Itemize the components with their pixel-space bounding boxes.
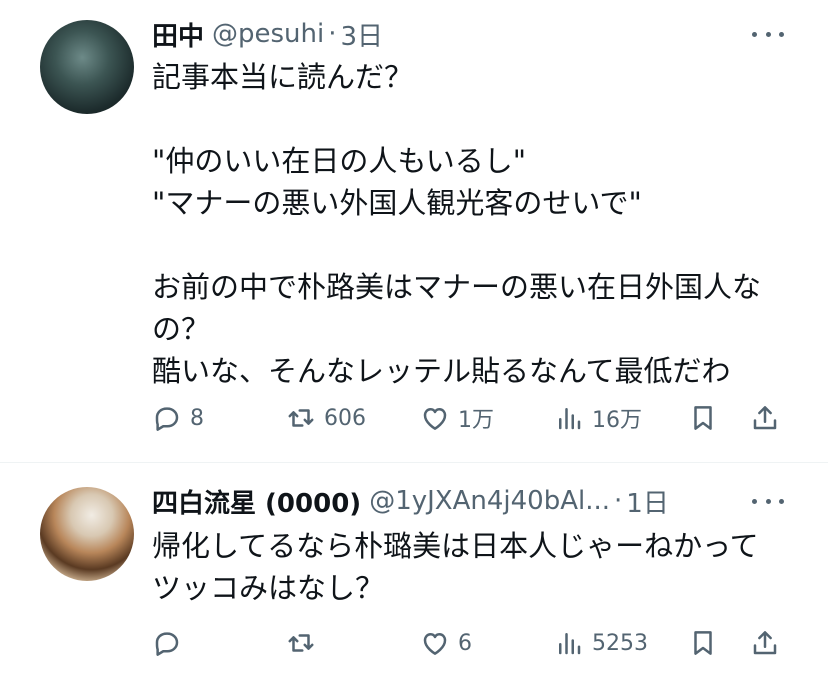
views-button[interactable]: 16万 <box>554 398 642 438</box>
separator-dot: · <box>328 19 337 49</box>
retweet-icon <box>288 634 314 652</box>
avatar[interactable] <box>40 20 134 114</box>
views-count: 5253 <box>592 630 648 656</box>
tweet-line: の？ <box>152 312 211 346</box>
share-icon <box>753 631 777 655</box>
bookmark-button[interactable] <box>688 623 718 663</box>
reply-icon <box>155 407 179 431</box>
avatar[interactable] <box>40 487 134 581</box>
tweet-text: 記事本当に読んだ？ "仲のいい在日の人もいるし" "マナーの悪い外国人観光客のせ… <box>152 56 802 392</box>
more-icon[interactable] <box>752 22 784 46</box>
views-icon <box>559 408 581 430</box>
tweet[interactable]: 四白流星 (0000) @1yJXAn4j40bAl... · 1日 帰化してる… <box>0 463 828 680</box>
bookmark-icon <box>694 631 712 655</box>
share-button[interactable] <box>750 623 780 663</box>
tweet[interactable]: 田中 @pesuhi · 3日 記事本当に読んだ？ "仲のいい在日の人もいるし"… <box>0 0 828 462</box>
share-button[interactable] <box>750 398 780 438</box>
retweet-count: 606 <box>324 405 366 431</box>
tweet-line <box>152 224 802 266</box>
author-handle[interactable]: @pesuhi <box>212 19 324 49</box>
views-icon <box>559 633 581 655</box>
tweet-text: 帰化してるなら朴璐美は日本人じゃーねかって ツッコみはなし？ <box>152 525 802 609</box>
like-icon <box>423 408 447 430</box>
tweet-line: お前の中で朴路美はマナーの悪い在日外国人な <box>152 270 762 304</box>
share-icon <box>753 406 777 430</box>
like-count: 1万 <box>458 408 494 433</box>
reply-count: 8 <box>190 405 204 431</box>
tweet-line <box>152 98 802 140</box>
views-count: 16万 <box>592 408 642 433</box>
bookmark-button[interactable] <box>688 398 718 438</box>
views-button[interactable]: 5253 <box>554 623 648 663</box>
timestamp[interactable]: 3日 <box>341 16 384 53</box>
reply-icon <box>155 632 179 656</box>
retweet-button[interactable]: 606 <box>286 398 366 438</box>
tweet-line: "マナーの悪い外国人観光客のせいで" <box>152 186 642 220</box>
author-name[interactable]: 四白流星 (0000) <box>152 483 361 520</box>
separator-dot: · <box>614 486 623 516</box>
author-handle[interactable]: @1yJXAn4j40bAl... <box>369 486 610 516</box>
reply-button[interactable] <box>152 623 190 663</box>
tweet-line: ツッコみはなし？ <box>152 571 385 605</box>
like-button[interactable]: 1万 <box>420 398 494 438</box>
like-count: 6 <box>458 630 472 656</box>
timestamp[interactable]: 1日 <box>626 483 669 520</box>
like-button[interactable]: 6 <box>420 623 472 663</box>
tweet-header: 四白流星 (0000) @1yJXAn4j40bAl... · 1日 <box>152 481 669 521</box>
tweet-line: 記事本当に読んだ？ <box>152 60 414 94</box>
action-bar: 8 606 1万 16万 <box>152 398 792 438</box>
retweet-icon <box>288 409 314 427</box>
tweet-line: 帰化してるなら朴璐美は日本人じゃーねかって <box>152 529 759 563</box>
tweet-header: 田中 @pesuhi · 3日 <box>152 14 383 54</box>
like-icon <box>423 633 447 655</box>
tweet-line: "仲のいい在日の人もいるし" <box>152 144 527 178</box>
retweet-button[interactable] <box>286 623 324 663</box>
tweet-line: 酷いな、そんなレッテル貼るなんて最低だわ <box>152 354 731 388</box>
bookmark-icon <box>694 406 712 430</box>
author-name[interactable]: 田中 <box>152 16 204 53</box>
action-bar: 6 5253 <box>152 623 792 663</box>
more-icon[interactable] <box>752 489 784 513</box>
reply-button[interactable]: 8 <box>152 398 204 438</box>
